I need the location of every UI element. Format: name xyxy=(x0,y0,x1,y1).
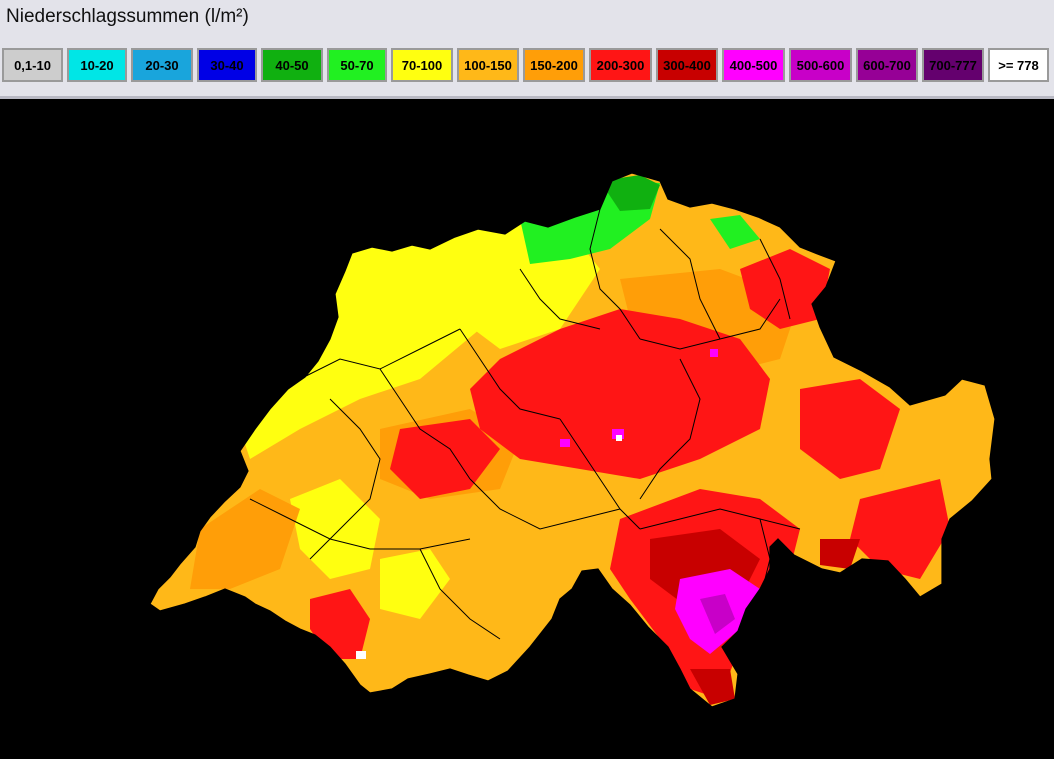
legend-item-6: 70-100 xyxy=(391,48,453,82)
legend-item-5: 50-70 xyxy=(327,48,387,82)
legend-item-1: 10-20 xyxy=(67,48,127,82)
legend-item-7: 100-150 xyxy=(457,48,519,82)
legend-item-3: 30-40 xyxy=(197,48,257,82)
map-canvas xyxy=(0,99,1054,759)
legend-item-0: 0,1-10 xyxy=(2,48,63,82)
legend-item-4: 40-50 xyxy=(261,48,323,82)
legend-item-14: 700-777 xyxy=(922,48,984,82)
header-bar: Niederschlagssummen (l/m²) 0,1-10 10-20 20… xyxy=(0,0,1054,99)
legend-item-12: 500-600 xyxy=(789,48,852,82)
legend-item-15: >= 778 xyxy=(988,48,1049,82)
page-title: Niederschlagssummen (l/m²) xyxy=(6,6,249,27)
legend-item-2: 20-30 xyxy=(131,48,193,82)
precipitation-legend: 0,1-10 10-20 20-30 30-40 40-50 50-70 70-100 100… xyxy=(2,48,1049,82)
legend-item-13: 600-700 xyxy=(856,48,918,82)
precipitation-map xyxy=(0,99,1054,759)
legend-item-9: 200-300 xyxy=(589,48,652,82)
legend-item-11: 400-500 xyxy=(722,48,785,82)
legend-item-8: 150-200 xyxy=(523,48,585,82)
legend-item-10: 300-400 xyxy=(656,48,718,82)
